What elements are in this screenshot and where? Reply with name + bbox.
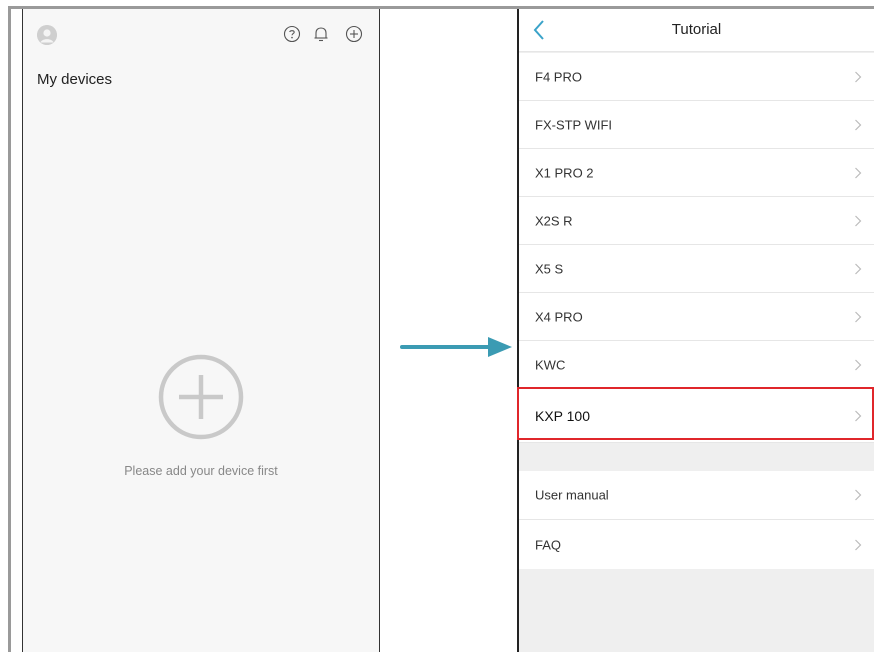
help-icon[interactable] [283,25,301,43]
chevron-right-icon [854,359,862,371]
list-item-fx-stp-wifi[interactable]: FX-STP WIFI [519,101,874,149]
chevron-right-icon [854,410,862,422]
chevron-right-icon [854,539,862,551]
chevron-right-icon [854,71,862,83]
page-title: My devices [37,71,113,88]
tutorial-screen: Tutorial F4 PRO FX-STP WIFI X1 PRO 2 X2S… [517,9,874,652]
chevron-right-icon [854,263,862,275]
chevron-right-icon [854,311,862,323]
list-item-label: FAQ [535,537,562,552]
device-tutorial-list: F4 PRO FX-STP WIFI X1 PRO 2 X2S R X5 S X… [519,53,874,443]
list-item-faq[interactable]: FAQ [519,520,874,569]
list-item-x5-s[interactable]: X5 S [519,245,874,293]
list-item-f4-pro[interactable]: F4 PRO [519,53,874,101]
list-item-kxp-100[interactable]: KXP 100 [519,389,874,443]
list-item-label: F4 PRO [535,69,582,84]
page-title: Tutorial [671,21,722,38]
list-item-label: X5 S [535,261,564,276]
empty-state-hint: Please add your device first [124,464,278,478]
list-item-label: X1 PRO 2 [535,165,594,180]
arrow-right-icon [400,333,514,361]
add-device-icon[interactable] [157,353,245,441]
my-devices-screen: My devices Please add your device first [22,9,380,652]
chevron-right-icon [854,489,862,501]
add-icon[interactable] [345,25,363,43]
list-item-x4-pro[interactable]: X4 PRO [519,293,874,341]
notification-bell-icon[interactable] [312,25,330,43]
list-item-kwc[interactable]: KWC [519,341,874,389]
list-item-label: KXP 100 [535,407,591,424]
chevron-right-icon [854,119,862,131]
list-item-x2s-r[interactable]: X2S R [519,197,874,245]
list-item-label: FX-STP WIFI [535,117,613,132]
header-bar [23,9,379,59]
chevron-right-icon [854,215,862,227]
list-item-label: KWC [535,357,566,372]
list-item-x1-pro-2[interactable]: X1 PRO 2 [519,149,874,197]
support-list: User manual FAQ [519,471,874,569]
avatar-icon[interactable] [37,25,57,45]
list-item-label: X4 PRO [535,309,583,324]
list-item-user-manual[interactable]: User manual [519,471,874,520]
chevron-right-icon [854,167,862,179]
list-item-label: User manual [535,487,609,503]
list-item-label: X2S R [535,213,573,228]
header-bar: Tutorial [519,9,874,52]
